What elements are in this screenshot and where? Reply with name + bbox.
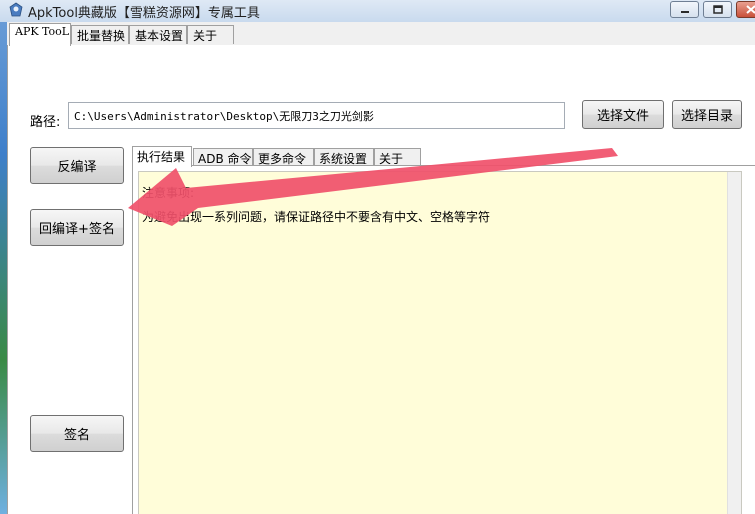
main-tab-strip: APK TooL 批量替换 基本设置 关于: [7, 22, 755, 46]
tab-apk-tool[interactable]: APK TooL: [9, 23, 71, 46]
output-line-notice: 注意事项:: [142, 186, 195, 200]
output-line-warning: 为避免出现一系列问题，请保证路径中不要含有中文、空格等字符: [142, 210, 491, 224]
minimize-button[interactable]: [670, 1, 699, 18]
execution-result-panel: 注意事项: 为避免出现一系列问题，请保证路径中不要含有中文、空格等字符: [132, 165, 755, 514]
inner-tab-strip: 执行结果 ADB 命令 更多命令 系统设置 关于: [132, 146, 755, 167]
tab-batch-replace[interactable]: 批量替换: [71, 25, 129, 44]
path-input[interactable]: C:\Users\Administrator\Desktop\无限刀3之刀光剑影: [68, 102, 565, 129]
tab-more-commands[interactable]: 更多命令: [253, 148, 314, 166]
decompile-button[interactable]: 反编译: [30, 147, 124, 184]
path-label: 路径:: [30, 115, 61, 130]
desktop-background: [0, 0, 7, 514]
recompile-sign-button[interactable]: 回编译+签名: [30, 209, 124, 246]
client-area: APK TooL 批量替换 基本设置 关于 路径: C:\Users\Admin…: [7, 22, 755, 514]
tab-execution-result[interactable]: 执行结果: [132, 146, 192, 167]
tab-adb-command[interactable]: ADB 命令: [193, 148, 253, 166]
sign-button[interactable]: 签名: [30, 415, 124, 452]
minimize-icon: [680, 10, 689, 13]
app-icon: [9, 2, 23, 17]
output-textarea[interactable]: 注意事项: 为避免出现一系列问题，请保证路径中不要含有中文、空格等字符: [138, 171, 742, 514]
close-icon: [746, 5, 755, 14]
close-button[interactable]: [736, 1, 755, 18]
apk-tool-panel: 路径: C:\Users\Administrator\Desktop\无限刀3之…: [7, 45, 755, 514]
app-window: ApkTool典藏版【雪糕资源网】专属工具 APK TooL 批量替换 基本设置…: [0, 0, 755, 514]
output-scrollbar[interactable]: [727, 172, 741, 514]
select-directory-button[interactable]: 选择目录: [672, 100, 742, 129]
tab-system-settings[interactable]: 系统设置: [314, 148, 374, 166]
maximize-button[interactable]: [703, 1, 732, 18]
select-file-button[interactable]: 选择文件: [582, 100, 664, 129]
window-title: ApkTool典藏版【雪糕资源网】专属工具: [28, 6, 260, 21]
tab-basic-settings[interactable]: 基本设置: [129, 25, 187, 44]
tab-inner-about[interactable]: 关于: [374, 148, 421, 166]
title-bar[interactable]: ApkTool典藏版【雪糕资源网】专属工具: [0, 0, 755, 22]
maximize-icon: [712, 5, 723, 14]
tab-about[interactable]: 关于: [187, 25, 234, 44]
